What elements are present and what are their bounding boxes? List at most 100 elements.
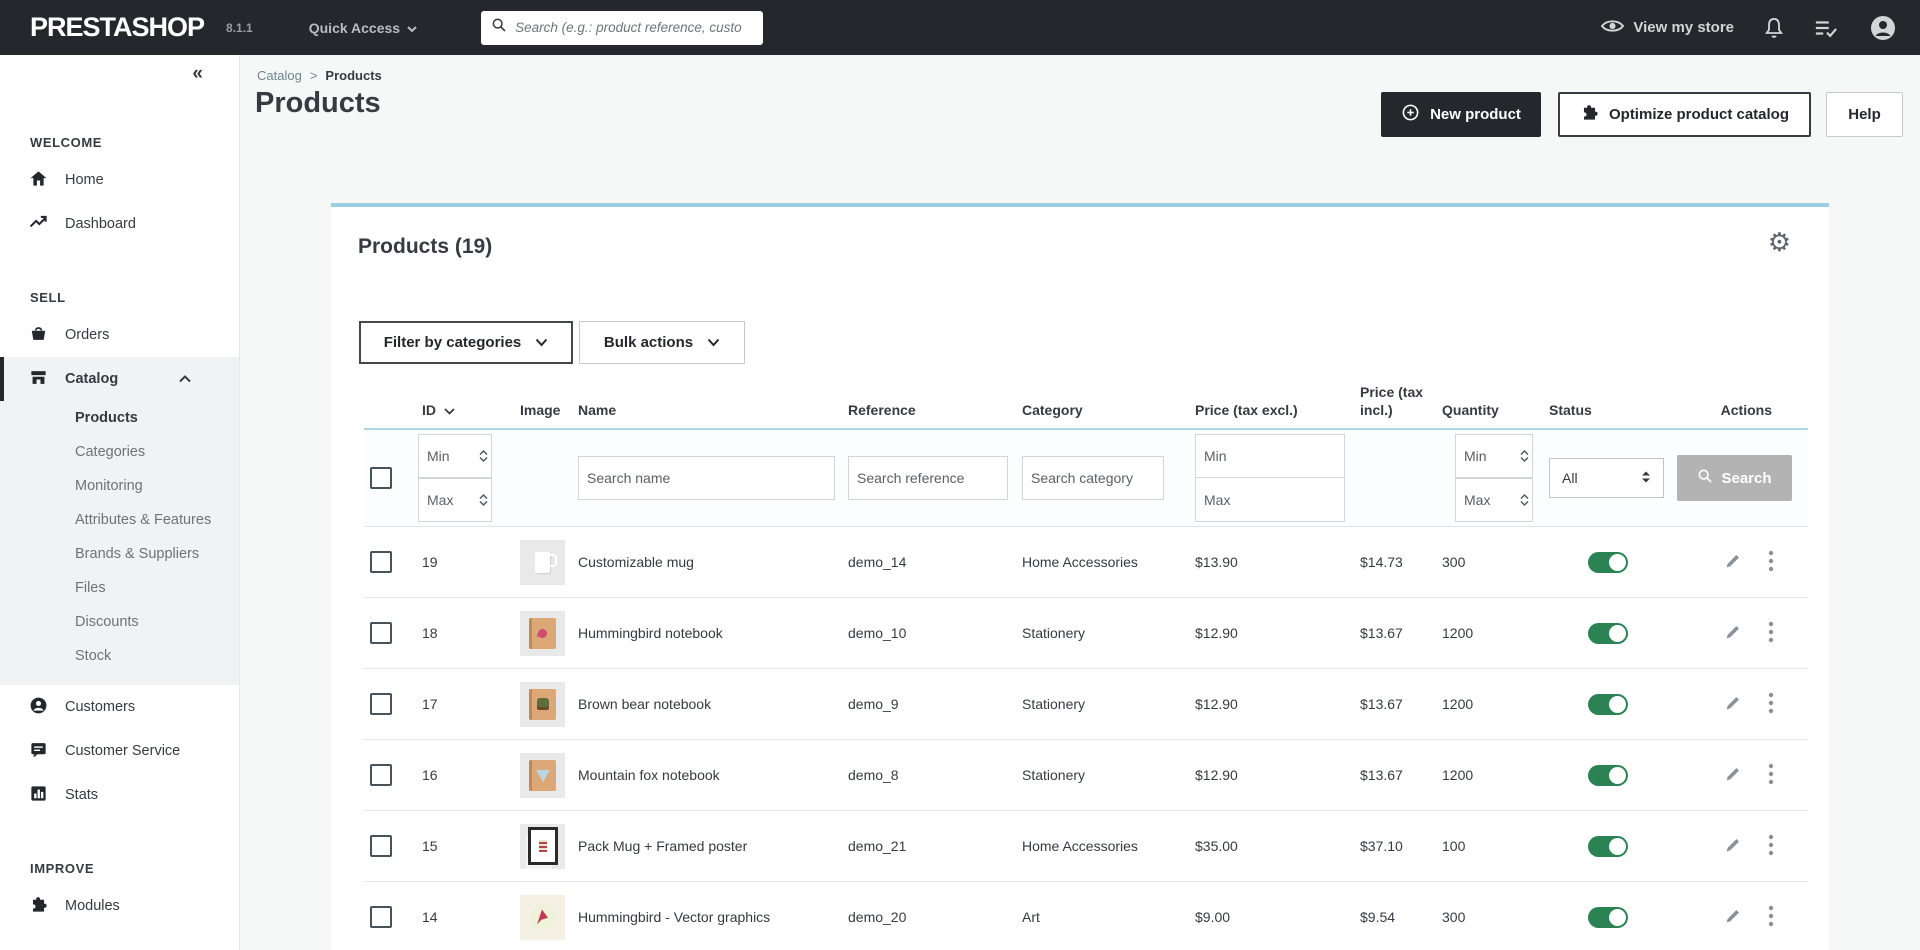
sidebar-subitem-files[interactable]: Files bbox=[0, 571, 239, 605]
column-header-actions: Actions bbox=[1672, 402, 1808, 420]
kebab-menu-icon[interactable] bbox=[1768, 763, 1774, 788]
number-spinner-icon[interactable] bbox=[1520, 450, 1529, 463]
product-thumbnail[interactable] bbox=[520, 540, 565, 585]
sidebar-subitem-products[interactable]: Products bbox=[0, 401, 239, 435]
status-toggle[interactable] bbox=[1588, 623, 1628, 644]
sidebar-item-catalog[interactable]: Catalog bbox=[0, 357, 239, 401]
page-title: Products bbox=[255, 87, 381, 120]
kebab-menu-icon[interactable] bbox=[1768, 834, 1774, 859]
number-spinner-icon[interactable] bbox=[1520, 494, 1529, 507]
row-checkbox[interactable] bbox=[370, 551, 392, 573]
column-header-reference[interactable]: Reference bbox=[845, 402, 1020, 420]
search-button[interactable]: Search bbox=[1677, 455, 1792, 501]
order-messages-icon[interactable] bbox=[1814, 18, 1838, 38]
edit-pencil-icon[interactable] bbox=[1724, 623, 1742, 644]
optimize-catalog-button[interactable]: Optimize product catalog bbox=[1558, 92, 1811, 137]
search-icon bbox=[1697, 468, 1713, 488]
sidebar-item-label: Customer Service bbox=[65, 743, 180, 759]
account-icon[interactable] bbox=[1868, 13, 1898, 43]
product-name[interactable]: Pack Mug + Framed poster bbox=[578, 838, 845, 854]
global-search-input[interactable] bbox=[515, 20, 753, 35]
product-name[interactable]: Hummingbird notebook bbox=[578, 625, 845, 641]
sidebar-item-orders[interactable]: Orders bbox=[0, 313, 239, 357]
row-checkbox[interactable] bbox=[370, 906, 392, 928]
sidebar-collapse-button[interactable]: « bbox=[0, 63, 239, 95]
product-thumbnail[interactable] bbox=[520, 611, 565, 656]
sidebar-item-modules[interactable]: Modules bbox=[0, 884, 239, 928]
price-max-filter[interactable] bbox=[1195, 478, 1345, 522]
edit-pencil-icon[interactable] bbox=[1724, 694, 1742, 715]
number-spinner-icon[interactable] bbox=[479, 494, 488, 507]
column-header-quantity[interactable]: Quantity bbox=[1442, 402, 1545, 420]
gear-icon[interactable]: ⚙ bbox=[1768, 229, 1791, 255]
product-name[interactable]: Brown bear notebook bbox=[578, 696, 845, 712]
reference-filter-input[interactable] bbox=[848, 456, 1008, 500]
price-min-filter[interactable] bbox=[1195, 434, 1345, 478]
product-price-incl: $13.67 bbox=[1360, 625, 1442, 641]
quick-access-menu[interactable]: Quick Access bbox=[309, 20, 417, 36]
notifications-bell-icon[interactable] bbox=[1764, 17, 1784, 39]
status-filter-select[interactable]: All bbox=[1549, 458, 1664, 498]
column-header-name[interactable]: Name bbox=[578, 402, 845, 420]
prestashop-logo[interactable]: PRESTASHOP bbox=[30, 12, 204, 43]
status-toggle[interactable] bbox=[1588, 907, 1628, 928]
row-checkbox[interactable] bbox=[370, 764, 392, 786]
number-spinner-icon[interactable] bbox=[479, 450, 488, 463]
status-toggle[interactable] bbox=[1588, 836, 1628, 857]
row-checkbox[interactable] bbox=[370, 622, 392, 644]
dashboard-trend-icon bbox=[29, 213, 48, 236]
edit-pencil-icon[interactable] bbox=[1724, 836, 1742, 857]
product-thumbnail[interactable] bbox=[520, 682, 565, 727]
sidebar-subitem-stock[interactable]: Stock bbox=[0, 639, 239, 673]
sort-chevron-icon[interactable] bbox=[444, 402, 455, 420]
table-body: 19 Customizable mug demo_14 Home Accesso… bbox=[364, 527, 1808, 950]
column-header-category[interactable]: Category bbox=[1020, 402, 1195, 420]
sidebar-item-stats[interactable]: Stats bbox=[0, 773, 239, 817]
column-header-status[interactable]: Status bbox=[1545, 402, 1672, 420]
sidebar-subitem-monitoring[interactable]: Monitoring bbox=[0, 469, 239, 503]
name-filter-input[interactable] bbox=[578, 456, 835, 500]
kebab-menu-icon[interactable] bbox=[1768, 550, 1774, 575]
status-toggle[interactable] bbox=[1588, 552, 1628, 573]
sidebar-subitem-brands-suppliers[interactable]: Brands & Suppliers bbox=[0, 537, 239, 571]
product-price-excl: $12.90 bbox=[1195, 696, 1360, 712]
status-toggle[interactable] bbox=[1588, 694, 1628, 715]
help-button[interactable]: Help bbox=[1826, 92, 1903, 137]
edit-pencil-icon[interactable] bbox=[1724, 552, 1742, 573]
kebab-menu-icon[interactable] bbox=[1768, 905, 1774, 930]
product-name[interactable]: Hummingbird - Vector graphics bbox=[578, 909, 845, 925]
row-checkbox[interactable] bbox=[370, 693, 392, 715]
kebab-menu-icon[interactable] bbox=[1768, 621, 1774, 646]
product-reference: demo_8 bbox=[845, 767, 1020, 783]
product-price-incl: $14.73 bbox=[1360, 554, 1442, 570]
sidebar-subitem-attributes-features[interactable]: Attributes & Features bbox=[0, 503, 239, 537]
edit-pencil-icon[interactable] bbox=[1724, 765, 1742, 786]
sidebar-subitem-discounts[interactable]: Discounts bbox=[0, 605, 239, 639]
column-header-id[interactable]: ID bbox=[412, 402, 512, 420]
column-header-price-incl[interactable]: Price (tax incl.) bbox=[1360, 384, 1442, 419]
view-my-store-link[interactable]: View my store bbox=[1601, 18, 1734, 38]
sidebar-item-dashboard[interactable]: Dashboard bbox=[0, 202, 239, 246]
sidebar-item-home[interactable]: Home bbox=[0, 158, 239, 202]
bulk-actions-button[interactable]: Bulk actions bbox=[579, 321, 745, 364]
global-search bbox=[481, 11, 763, 45]
filter-by-categories-button[interactable]: Filter by categories bbox=[359, 321, 573, 364]
breadcrumb-catalog[interactable]: Catalog bbox=[257, 68, 302, 83]
sidebar-item-customer-service[interactable]: Customer Service bbox=[0, 729, 239, 773]
category-filter-input[interactable] bbox=[1022, 456, 1164, 500]
new-product-button[interactable]: New product bbox=[1381, 92, 1541, 137]
edit-pencil-icon[interactable] bbox=[1724, 907, 1742, 928]
product-thumbnail[interactable] bbox=[520, 895, 565, 940]
status-toggle[interactable] bbox=[1588, 765, 1628, 786]
product-name[interactable]: Mountain fox notebook bbox=[578, 767, 845, 783]
sidebar-subitem-categories[interactable]: Categories bbox=[0, 435, 239, 469]
row-checkbox[interactable] bbox=[370, 835, 392, 857]
product-thumbnail[interactable] bbox=[520, 753, 565, 798]
kebab-menu-icon[interactable] bbox=[1768, 692, 1774, 717]
search-icon bbox=[491, 17, 507, 38]
sidebar-item-customers[interactable]: Customers bbox=[0, 685, 239, 729]
select-all-checkbox[interactable] bbox=[370, 467, 392, 489]
column-header-price-excl[interactable]: Price (tax excl.) bbox=[1195, 402, 1360, 420]
product-name[interactable]: Customizable mug bbox=[578, 554, 845, 570]
product-thumbnail[interactable] bbox=[520, 824, 565, 869]
